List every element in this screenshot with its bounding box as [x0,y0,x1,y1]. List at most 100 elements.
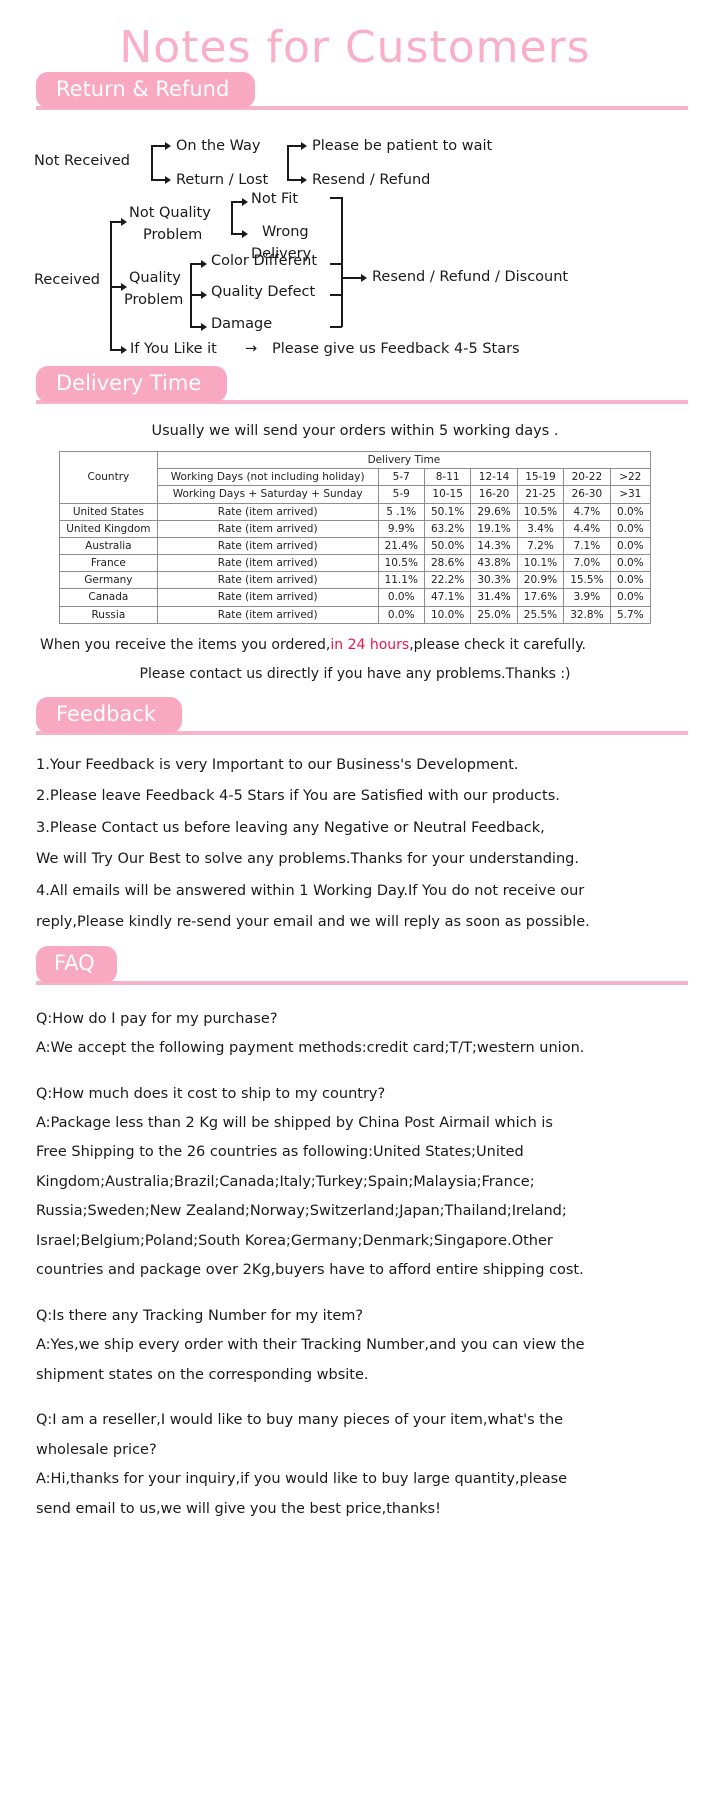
faq-body: Q:How do I pay for my purchase? A:We acc… [0,1008,710,1522]
flow-arrow [201,260,207,268]
feedback-line: 2.Please leave Feedback 4-5 Stars if You… [36,788,560,805]
flow-line [190,263,201,265]
range-cell: >31 [609,485,652,504]
notes-page: Notes for Customers Return & Refund Not … [0,0,710,1817]
header-country: Country [59,451,158,504]
flow-node-if-you-like-it: If You Like it [130,341,217,357]
rate-cell: 10.5% [377,554,425,573]
note-post: ,please check it carefully. [409,636,586,653]
faq-spacer [36,1393,674,1409]
range-cell: 15-19 [516,468,565,487]
rate-cell: 0.0% [609,502,652,521]
feedback-body: 1.Your Feedback is very Important to our… [0,754,710,934]
flow-node-not-fit: Not Fit [251,191,299,207]
delivery-table: Country Delivery Time Working Days (not … [59,450,652,624]
rate-cell: 15.5% [563,571,611,590]
country-cell: Russia [59,605,158,624]
flow-line [287,145,289,181]
table-row: United Kingdom Rate (item arrived) 9.9% … [59,519,652,538]
flow-node-be-patient: Please be patient to wait [312,138,493,154]
flow-line [231,233,242,235]
rate-cell: 0.0% [609,588,652,607]
range-cell: 5-9 [377,485,425,504]
header-delivery-time: Delivery Time [156,450,652,470]
range-cell: >22 [609,468,652,487]
faq-line: Q:Is there any Tracking Number for my it… [36,1307,364,1324]
flow-arrow [201,291,207,299]
flow-line [330,263,342,265]
rate-cell: 19.1% [470,519,518,538]
rate-cell: 7.2% [516,536,565,556]
table-row: Country Delivery Time [59,450,652,504]
range-cell: 21-25 [516,485,565,504]
flow-arrow [165,142,171,150]
flow-arrow [242,198,248,206]
flow-node-quality-problem-line2: Problem [124,292,184,308]
rate-cell: 25.0% [470,605,518,624]
range-cell: 12-14 [470,468,518,487]
faq-line: Israel;Belgium;Poland;South Korea;German… [36,1232,553,1249]
rate-cell: 5.7% [609,605,652,624]
rate-cell: 0.0% [609,571,652,590]
feedback-line: 4.All emails will be answered within 1 W… [36,882,585,899]
note-highlight: in 24 hours [330,636,410,653]
rate-cell: 9.9% [377,519,425,538]
section-label-faq: FAQ [36,946,117,983]
table-row: Australia Rate (item arrived) 21.4% 50.0… [59,536,652,556]
flow-line [110,221,121,223]
range-cell: 20-22 [563,468,611,487]
section-header-return-refund: Return & Refund [0,71,710,115]
rate-cell: 30.3% [470,571,518,590]
rate-cell: 47.1% [423,588,472,607]
flow-node-not-quality-problem-line1: Not Quality [129,205,211,221]
delivery-check-note: When you receive the items you ordered,i… [0,637,710,653]
faq-spacer [36,1067,674,1083]
flow-line [110,286,121,288]
flow-arrow [361,274,367,282]
rate-cell: 21.4% [377,536,425,556]
flow-arrow-glyph: → [245,341,258,357]
country-cell: Canada [59,588,158,607]
flow-node-not-received: Not Received [34,153,130,169]
flow-node-on-the-way: On the Way [176,138,261,154]
range-cell: 26-30 [563,485,611,504]
flow-node-wrong-delivery-line1: Wrong [262,224,309,240]
rate-cell: 28.6% [423,554,472,573]
rate-cell: 5 .1% [377,502,425,521]
rate-cell: 0.0% [609,536,652,556]
feedback-line: 3.Please Contact us before leaving any N… [36,819,545,836]
faq-line: A:Package less than 2 Kg will be shipped… [36,1114,553,1131]
flow-line [190,294,201,296]
rate-cell: 7.0% [563,554,611,573]
rate-cell: 7.1% [563,536,611,556]
rate-cell: 43.8% [470,554,518,573]
rate-cell: 4.4% [563,519,611,538]
flow-node-received: Received [34,272,100,288]
flow-node-return-lost: Return / Lost [176,172,269,188]
flow-node-damage: Damage [211,316,273,332]
feedback-line: reply,Please kindly re-send your email a… [36,914,590,931]
flow-line [151,145,165,147]
section-header-faq: FAQ [0,946,710,990]
flow-line [231,201,242,203]
rate-cell: 11.1% [377,571,425,590]
rate-cell: 14.3% [470,536,518,556]
flow-line [287,145,301,147]
rate-cell: 29.6% [470,502,518,521]
faq-line: send email to us,we will give you the be… [36,1500,441,1517]
table-row: France Rate (item arrived) 10.5% 28.6% 4… [59,554,652,573]
flow-arrow [301,142,307,150]
flow-arrow [165,176,171,184]
flow-line [330,294,342,296]
delivery-contact-note: Please contact us directly if you have a… [139,665,571,682]
faq-line: countries and package over 2Kg,buyers ha… [36,1262,584,1279]
flow-arrow [121,283,127,291]
rate-cell: 20.9% [516,571,565,590]
flow-line [151,145,153,181]
note-pre: When you receive the items you ordered, [40,636,331,653]
feedback-line: 1.Your Feedback is very Important to our… [36,756,519,773]
delivery-table-body: Country Delivery Time Working Days (not … [59,450,652,624]
rate-cell: 50.0% [423,536,472,556]
faq-spacer [36,1289,674,1305]
flow-arrow [121,346,127,354]
